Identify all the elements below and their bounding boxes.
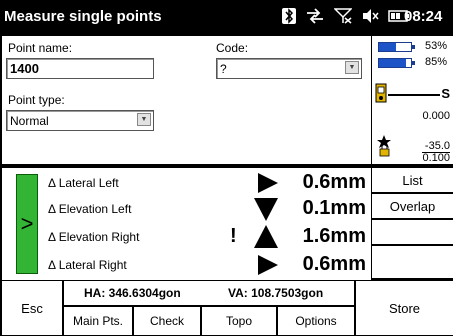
battery-2-icon: [378, 58, 415, 68]
network-icon[interactable]: [305, 7, 325, 27]
arrow-up-icon: [254, 225, 278, 248]
tilt-lock-icon: [375, 134, 393, 163]
point-type-dropdown[interactable]: Normal ▼: [6, 110, 154, 131]
app-title: Measure single points: [4, 8, 162, 25]
deviation-name: Δ Elevation Right: [48, 230, 140, 244]
va-value: VA: 108.7503gon: [228, 286, 324, 300]
tilt-value-2: 0.100: [422, 152, 450, 164]
deviation-value: 0.6mm: [302, 253, 366, 275]
title-bar: Measure single points 08:24: [0, 0, 453, 34]
esc-button[interactable]: Esc: [2, 281, 62, 335]
point-name-value: 1400: [10, 61, 39, 76]
chevron-right-icon: >: [20, 211, 34, 236]
target-label: S: [441, 86, 450, 101]
code-value: ?: [220, 61, 227, 76]
deviation-row: Δ Elevation Left 0.1mm: [44, 196, 369, 222]
tab-check[interactable]: Check: [134, 307, 200, 335]
status-icons: [282, 6, 410, 28]
deviation-name: Δ Lateral Left: [48, 176, 119, 190]
arrow-right-icon: [258, 255, 278, 275]
tab-options[interactable]: Options: [278, 307, 354, 335]
bluetooth-icon[interactable]: [282, 7, 296, 27]
deviation-name: Δ Lateral Right: [48, 258, 127, 272]
volume-icon[interactable]: [361, 8, 379, 27]
deviation-row: Δ Lateral Right 0.6mm: [44, 252, 369, 278]
store-button[interactable]: Store: [356, 281, 453, 335]
chevron-down-icon[interactable]: ▼: [137, 113, 151, 126]
empty-button-1[interactable]: [372, 220, 453, 244]
clock: 08:24: [404, 8, 443, 25]
arrow-down-icon: [254, 198, 278, 221]
tab-topo[interactable]: Topo: [202, 307, 276, 335]
code-dropdown[interactable]: ? ▼: [216, 58, 362, 79]
battery-2-percent: 85%: [424, 56, 447, 68]
arrow-right-icon: [258, 173, 278, 193]
point-name-input[interactable]: 1400: [6, 58, 154, 79]
status-panel: 53% 85% S 0.000 -35.0 0.100: [372, 36, 453, 164]
deviation-value: 0.1mm: [302, 197, 366, 219]
point-name-label: Point name:: [8, 41, 73, 55]
deviation-value: 1.6mm: [302, 225, 366, 247]
code-label: Code:: [216, 41, 249, 55]
target-value: 0.000: [422, 110, 450, 122]
point-form: Point name: 1400 Code: ? ▼ Point type: N…: [2, 36, 371, 164]
target-line-icon: [388, 94, 440, 96]
chevron-down-icon[interactable]: ▼: [345, 61, 359, 74]
bottom-bar: Esc HA: 346.6304gon VA: 108.7503gon Main…: [0, 280, 453, 336]
battery-1-icon: [378, 42, 415, 52]
battery-1: 53%: [378, 40, 450, 54]
warning-icon: !: [230, 225, 237, 247]
deviation-row: Δ Lateral Left 0.6mm: [44, 170, 369, 196]
battery-2: 85%: [378, 56, 450, 70]
list-button[interactable]: List: [372, 168, 453, 192]
point-type-value: Normal: [10, 113, 49, 128]
deviation-row: Δ Elevation Right ! 1.6mm: [44, 224, 369, 250]
expand-button[interactable]: >: [16, 174, 38, 274]
battery-1-percent: 53%: [424, 40, 447, 52]
angle-readout: HA: 346.6304gon VA: 108.7503gon: [64, 281, 354, 305]
tilt-value-1: -35.0: [424, 140, 450, 152]
deviation-panel: > Δ Lateral Left 0.6mm Δ Elevation Left …: [2, 168, 371, 280]
deviation-name: Δ Elevation Left: [48, 202, 132, 216]
tab-main-pts[interactable]: Main Pts.: [64, 307, 132, 335]
signal-off-icon[interactable]: [333, 7, 353, 27]
empty-button-2[interactable]: [372, 246, 453, 278]
ha-value: HA: 346.6304gon: [84, 286, 181, 300]
deviation-value: 0.6mm: [302, 171, 366, 193]
point-type-label: Point type:: [8, 93, 65, 107]
overlap-button[interactable]: Overlap: [372, 194, 453, 218]
